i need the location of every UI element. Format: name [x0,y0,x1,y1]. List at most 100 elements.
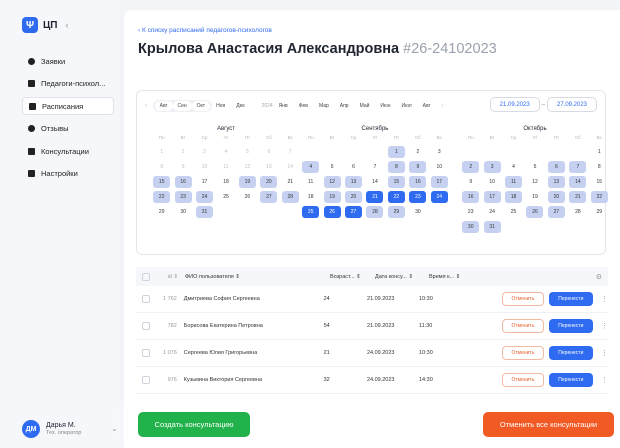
chevron-right-icon[interactable]: › [441,103,443,109]
calendar-day[interactable]: 13 [547,176,565,188]
month-chip[interactable]: Май [360,103,370,109]
calendar-day[interactable]: 7 [282,146,299,158]
calendar-day[interactable]: 15 [591,176,608,188]
calendar-day[interactable]: 9 [409,161,427,173]
chevron-down-icon[interactable]: ⌄ [111,425,117,433]
month-chip[interactable]: Апр [340,103,349,109]
col-time[interactable]: Время к... ⇕ [429,274,509,280]
calendar-day[interactable]: 31 [196,206,214,218]
calendar-day[interactable]: 7 [366,161,383,173]
calendar-day[interactable]: 18 [217,176,234,188]
calendar-day[interactable]: 10 [431,161,448,173]
month-chip[interactable]: Авг [423,103,431,109]
month-chip[interactable]: Фев [299,103,308,109]
month-chip[interactable]: Янв [279,103,288,109]
calendar-day[interactable]: 20 [345,191,363,203]
calendar-day[interactable]: 8 [591,161,608,173]
select-all-checkbox[interactable] [142,272,150,281]
cancel-button[interactable]: Отменить [502,292,544,306]
calendar-day[interactable]: 15 [153,176,171,188]
col-id[interactable]: id ⇕ [150,274,178,280]
reschedule-button[interactable]: Перенести [548,346,593,360]
calendar-day[interactable]: 22 [590,191,608,203]
calendar-day[interactable]: 11 [217,161,234,173]
calendar-day[interactable]: 1 [387,146,405,158]
row-checkbox[interactable] [142,295,150,303]
calendar-day[interactable]: 19 [323,191,341,203]
more-icon[interactable]: ⋮ [601,349,608,357]
calendar-day[interactable]: 4 [217,146,234,158]
calendar-day[interactable]: 1 [591,146,608,158]
calendar-day[interactable]: 6 [260,146,277,158]
calendar-day[interactable]: 30 [409,206,426,218]
calendar-day[interactable]: 14 [569,176,587,188]
calendar-day[interactable]: 21 [366,191,384,203]
calendar-day[interactable]: 19 [526,191,543,203]
calendar-day[interactable]: 14 [366,176,383,188]
calendar-day[interactable]: 25 [217,191,234,203]
calendar-day[interactable]: 13 [345,176,363,188]
more-icon[interactable]: ⋮ [601,376,608,384]
calendar-day[interactable]: 29 [591,206,608,218]
calendar-day[interactable]: 18 [302,191,319,203]
calendar-day[interactable]: 24 [430,191,448,203]
calendar-day[interactable]: 24 [196,191,214,203]
row-checkbox[interactable] [142,376,150,384]
row-checkbox[interactable] [142,322,150,330]
sidebar-item-2[interactable]: Расписания [22,97,114,115]
sidebar-item-4[interactable]: Консультации [22,142,114,160]
calendar-day[interactable]: 12 [239,161,256,173]
calendar-day[interactable]: 25 [302,206,320,218]
calendar-day[interactable]: 11 [302,176,319,188]
calendar-day[interactable]: 27 [260,191,278,203]
calendar-day[interactable]: 10 [196,161,213,173]
calendar-day[interactable]: 4 [505,161,522,173]
calendar-day[interactable]: 29 [153,206,170,218]
calendar-day[interactable]: 15 [387,176,405,188]
calendar-day[interactable]: 2 [462,161,480,173]
reschedule-button[interactable]: Перенести [548,319,593,333]
gear-icon[interactable]: ⚙ [596,273,602,281]
calendar-day[interactable]: 17 [430,176,448,188]
create-consultation-button[interactable]: Создать консультацию [138,412,250,437]
sidebar-item-3[interactable]: Отзывы [22,120,114,138]
calendar-day[interactable]: 1 [153,146,170,158]
cancel-button[interactable]: Отменить [502,346,544,360]
more-icon[interactable]: ⋮ [601,322,608,330]
calendar-day[interactable]: 12 [323,176,341,188]
calendar-day[interactable]: 25 [505,206,522,218]
month-chip[interactable]: Июн [380,103,390,109]
calendar-day[interactable]: 9 [175,161,192,173]
calendar-day[interactable]: 23 [462,206,479,218]
calendar-day[interactable]: 6 [345,161,362,173]
calendar-day[interactable]: 11 [505,176,523,188]
more-icon[interactable]: ⋮ [601,295,608,303]
sidebar-item-1[interactable]: Педагоги-психол... [22,75,114,93]
calendar-day[interactable]: 5 [239,146,256,158]
calendar-day[interactable]: 27 [345,206,363,218]
calendar-day[interactable]: 29 [387,206,405,218]
collapse-sidebar-icon[interactable]: ‹ [66,20,69,30]
calendar-day[interactable]: 23 [174,191,192,203]
calendar-day[interactable]: 23 [409,191,427,203]
calendar-day[interactable]: 27 [547,206,565,218]
calendar-day[interactable]: 28 [569,206,586,218]
calendar-day[interactable]: 30 [462,221,480,233]
reschedule-button[interactable]: Перенести [548,373,593,387]
calendar-day[interactable]: 20 [260,176,278,188]
month-chip[interactable]: Ноя [216,103,225,109]
calendar-day[interactable]: 18 [505,191,523,203]
chevron-left-icon[interactable]: ‹ [145,103,147,109]
calendar-day[interactable]: 26 [323,206,341,218]
calendar-day[interactable]: 9 [462,176,479,188]
calendar-day[interactable]: 2 [175,146,192,158]
cancel-all-button[interactable]: Отменить все консультации [483,412,614,437]
calendar-day[interactable]: 21 [569,191,587,203]
month-chip[interactable]: Дек [236,103,244,109]
reschedule-button[interactable]: Перенести [548,292,593,306]
calendar-day[interactable]: 5 [324,161,341,173]
date-from-field[interactable]: 21.09.2023 [489,97,540,112]
calendar-day[interactable]: 16 [409,176,427,188]
calendar-day[interactable]: 4 [302,161,320,173]
col-age[interactable]: Возраст... ⇕ [330,274,375,280]
